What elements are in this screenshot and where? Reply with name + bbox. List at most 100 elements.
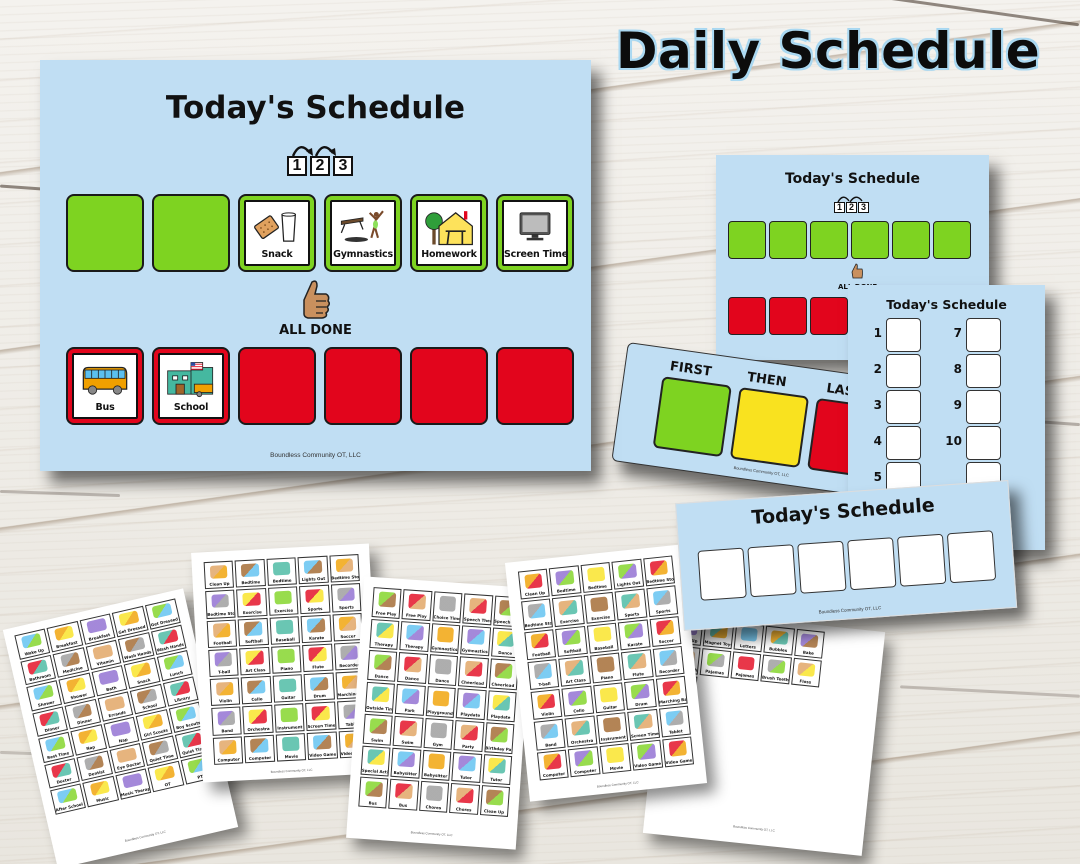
done-slot[interactable] xyxy=(496,347,574,425)
icon-tile[interactable]: Orchestra xyxy=(564,715,598,748)
done-slot[interactable]: Bus xyxy=(66,347,144,425)
icon-tile[interactable]: Tutor xyxy=(451,751,482,784)
icon-tile[interactable]: Movie xyxy=(275,732,307,762)
icon-tile[interactable]: Violin xyxy=(209,677,241,707)
icon-tile[interactable]: Computer xyxy=(244,734,275,764)
icon-tile[interactable]: Soccer xyxy=(649,615,682,647)
icon-tile[interactable]: Bus xyxy=(388,779,420,811)
icon-tile[interactable]: Football xyxy=(206,619,238,648)
strip-slot[interactable] xyxy=(797,540,847,594)
icon-tile[interactable]: Piano xyxy=(270,645,302,674)
schedule-slot[interactable]: Gymnastics xyxy=(324,194,402,272)
icon-tile[interactable]: Dance xyxy=(367,650,398,682)
icon-tile[interactable]: Computer xyxy=(568,746,601,778)
icon-tile[interactable]: Sports xyxy=(645,585,679,617)
strip-slot[interactable] xyxy=(847,537,897,591)
icon-tile[interactable]: Instrument xyxy=(273,703,305,733)
icon-tile[interactable]: Bedtime Story xyxy=(642,555,676,587)
icon-tile[interactable]: Sports xyxy=(330,583,362,613)
then-slot[interactable] xyxy=(729,387,810,469)
icon-tile[interactable]: Instrument xyxy=(596,712,629,744)
icon-tile[interactable]: Free Play xyxy=(401,589,433,621)
icon-tile[interactable]: Babysitter xyxy=(421,749,452,782)
schedule-slot[interactable] xyxy=(892,221,930,259)
icon-tile[interactable]: Babysitter xyxy=(390,747,422,779)
icon-tile[interactable]: Flute xyxy=(302,643,334,673)
icon-tile[interactable]: Special Activity xyxy=(360,745,391,777)
icon-tile[interactable]: Park xyxy=(395,684,426,716)
icon-tile[interactable]: Video Game xyxy=(306,731,338,760)
icon-tile[interactable]: Bedtime Story xyxy=(521,598,554,630)
icon-tile[interactable]: Baseball xyxy=(586,622,619,654)
icon-tile[interactable]: Karate xyxy=(300,614,332,643)
icon-tile[interactable]: Movie xyxy=(599,742,632,774)
done-slot[interactable]: School xyxy=(152,347,230,425)
icon-tile[interactable]: Playdate xyxy=(455,688,487,720)
picture-card[interactable]: Homework xyxy=(416,200,482,266)
icon-tile[interactable]: Bedtime Story xyxy=(329,554,360,583)
icon-tile[interactable]: Bubbles xyxy=(763,625,795,656)
icon-tile[interactable]: Therapy xyxy=(369,618,400,651)
icon-tile[interactable]: Violin xyxy=(530,689,563,721)
schedule-slot[interactable] xyxy=(851,221,889,259)
icon-tile[interactable]: Speech Therapy xyxy=(462,593,493,626)
icon-tile[interactable]: Exercise xyxy=(552,595,585,627)
picture-card[interactable]: Snack xyxy=(244,200,310,266)
icon-tile[interactable]: Band xyxy=(533,719,566,751)
icon-tile[interactable]: Brush Teeth xyxy=(760,654,792,685)
icon-tile[interactable]: Softball xyxy=(238,617,269,647)
done-slot[interactable] xyxy=(238,347,316,425)
icon-tile[interactable]: Screen Time xyxy=(305,701,337,731)
strip-slot[interactable] xyxy=(896,533,947,587)
icon-tile[interactable]: Pajamas xyxy=(700,648,732,678)
icon-tile[interactable]: Sports xyxy=(614,588,647,621)
icon-tile[interactable]: Lights Out xyxy=(611,558,644,590)
icon-tile[interactable]: Gym xyxy=(423,717,454,750)
strip-slot[interactable] xyxy=(747,544,797,598)
slot-box[interactable] xyxy=(966,426,1001,460)
icon-tile[interactable]: Playdate xyxy=(486,690,517,723)
icon-tile[interactable]: Exercise xyxy=(267,586,299,616)
icon-tile[interactable]: Baseball xyxy=(269,615,301,645)
icon-tile[interactable]: Computer xyxy=(212,736,244,765)
icon-tile[interactable]: Outside Time xyxy=(364,681,396,714)
slot-box[interactable] xyxy=(886,426,921,460)
schedule-slot[interactable] xyxy=(810,221,848,259)
strip-slot[interactable] xyxy=(946,530,997,584)
icon-tile[interactable]: Floss xyxy=(790,657,822,688)
icon-tile[interactable]: Guitar xyxy=(593,682,626,714)
icon-tile[interactable]: Video Game xyxy=(630,739,663,771)
slot-box[interactable] xyxy=(886,390,921,424)
icon-tile[interactable]: Bedtime xyxy=(266,557,298,587)
icon-tile[interactable]: Video Game xyxy=(661,736,695,768)
icon-tile[interactable]: Exercise xyxy=(236,588,268,618)
icon-tile[interactable]: Bus xyxy=(358,776,389,809)
icon-tile[interactable]: Soccer xyxy=(332,612,363,642)
icon-tile[interactable]: T-ball xyxy=(527,658,560,691)
schedule-slot[interactable]: Snack xyxy=(238,194,316,272)
icon-tile[interactable]: Clean Up xyxy=(203,560,235,590)
strip-slot[interactable] xyxy=(697,547,747,601)
icon-tile[interactable]: T-ball xyxy=(208,648,239,678)
icon-tile[interactable]: Pajamas xyxy=(730,651,762,682)
schedule-slot[interactable] xyxy=(728,221,766,259)
icon-tile[interactable]: Art Class xyxy=(558,655,591,687)
picture-card[interactable]: Bus xyxy=(72,353,138,419)
icon-tile[interactable]: Bedtime xyxy=(580,562,613,594)
icon-tile[interactable]: After School Club xyxy=(50,783,87,815)
icon-tile[interactable]: Orchestra xyxy=(242,705,274,734)
icon-tile[interactable]: Cheerlead xyxy=(488,658,519,691)
icon-tile[interactable]: Cheerlead xyxy=(458,656,489,689)
icon-tile[interactable]: Lights Out xyxy=(297,555,329,585)
icon-tile[interactable]: Sports xyxy=(299,584,330,614)
icon-tile[interactable]: Swim xyxy=(362,713,394,746)
done-slot[interactable] xyxy=(769,297,807,335)
icon-tile[interactable]: Choice Time xyxy=(432,591,463,623)
slot-box[interactable] xyxy=(966,390,1001,424)
schedule-slot[interactable] xyxy=(152,194,230,272)
icon-tile[interactable]: Drum xyxy=(303,672,335,702)
done-slot[interactable] xyxy=(728,297,766,335)
icon-tile[interactable]: Flute xyxy=(621,649,654,681)
picture-card[interactable]: Screen Time xyxy=(502,200,568,266)
icon-tile[interactable]: Bedtime Story xyxy=(205,589,236,619)
